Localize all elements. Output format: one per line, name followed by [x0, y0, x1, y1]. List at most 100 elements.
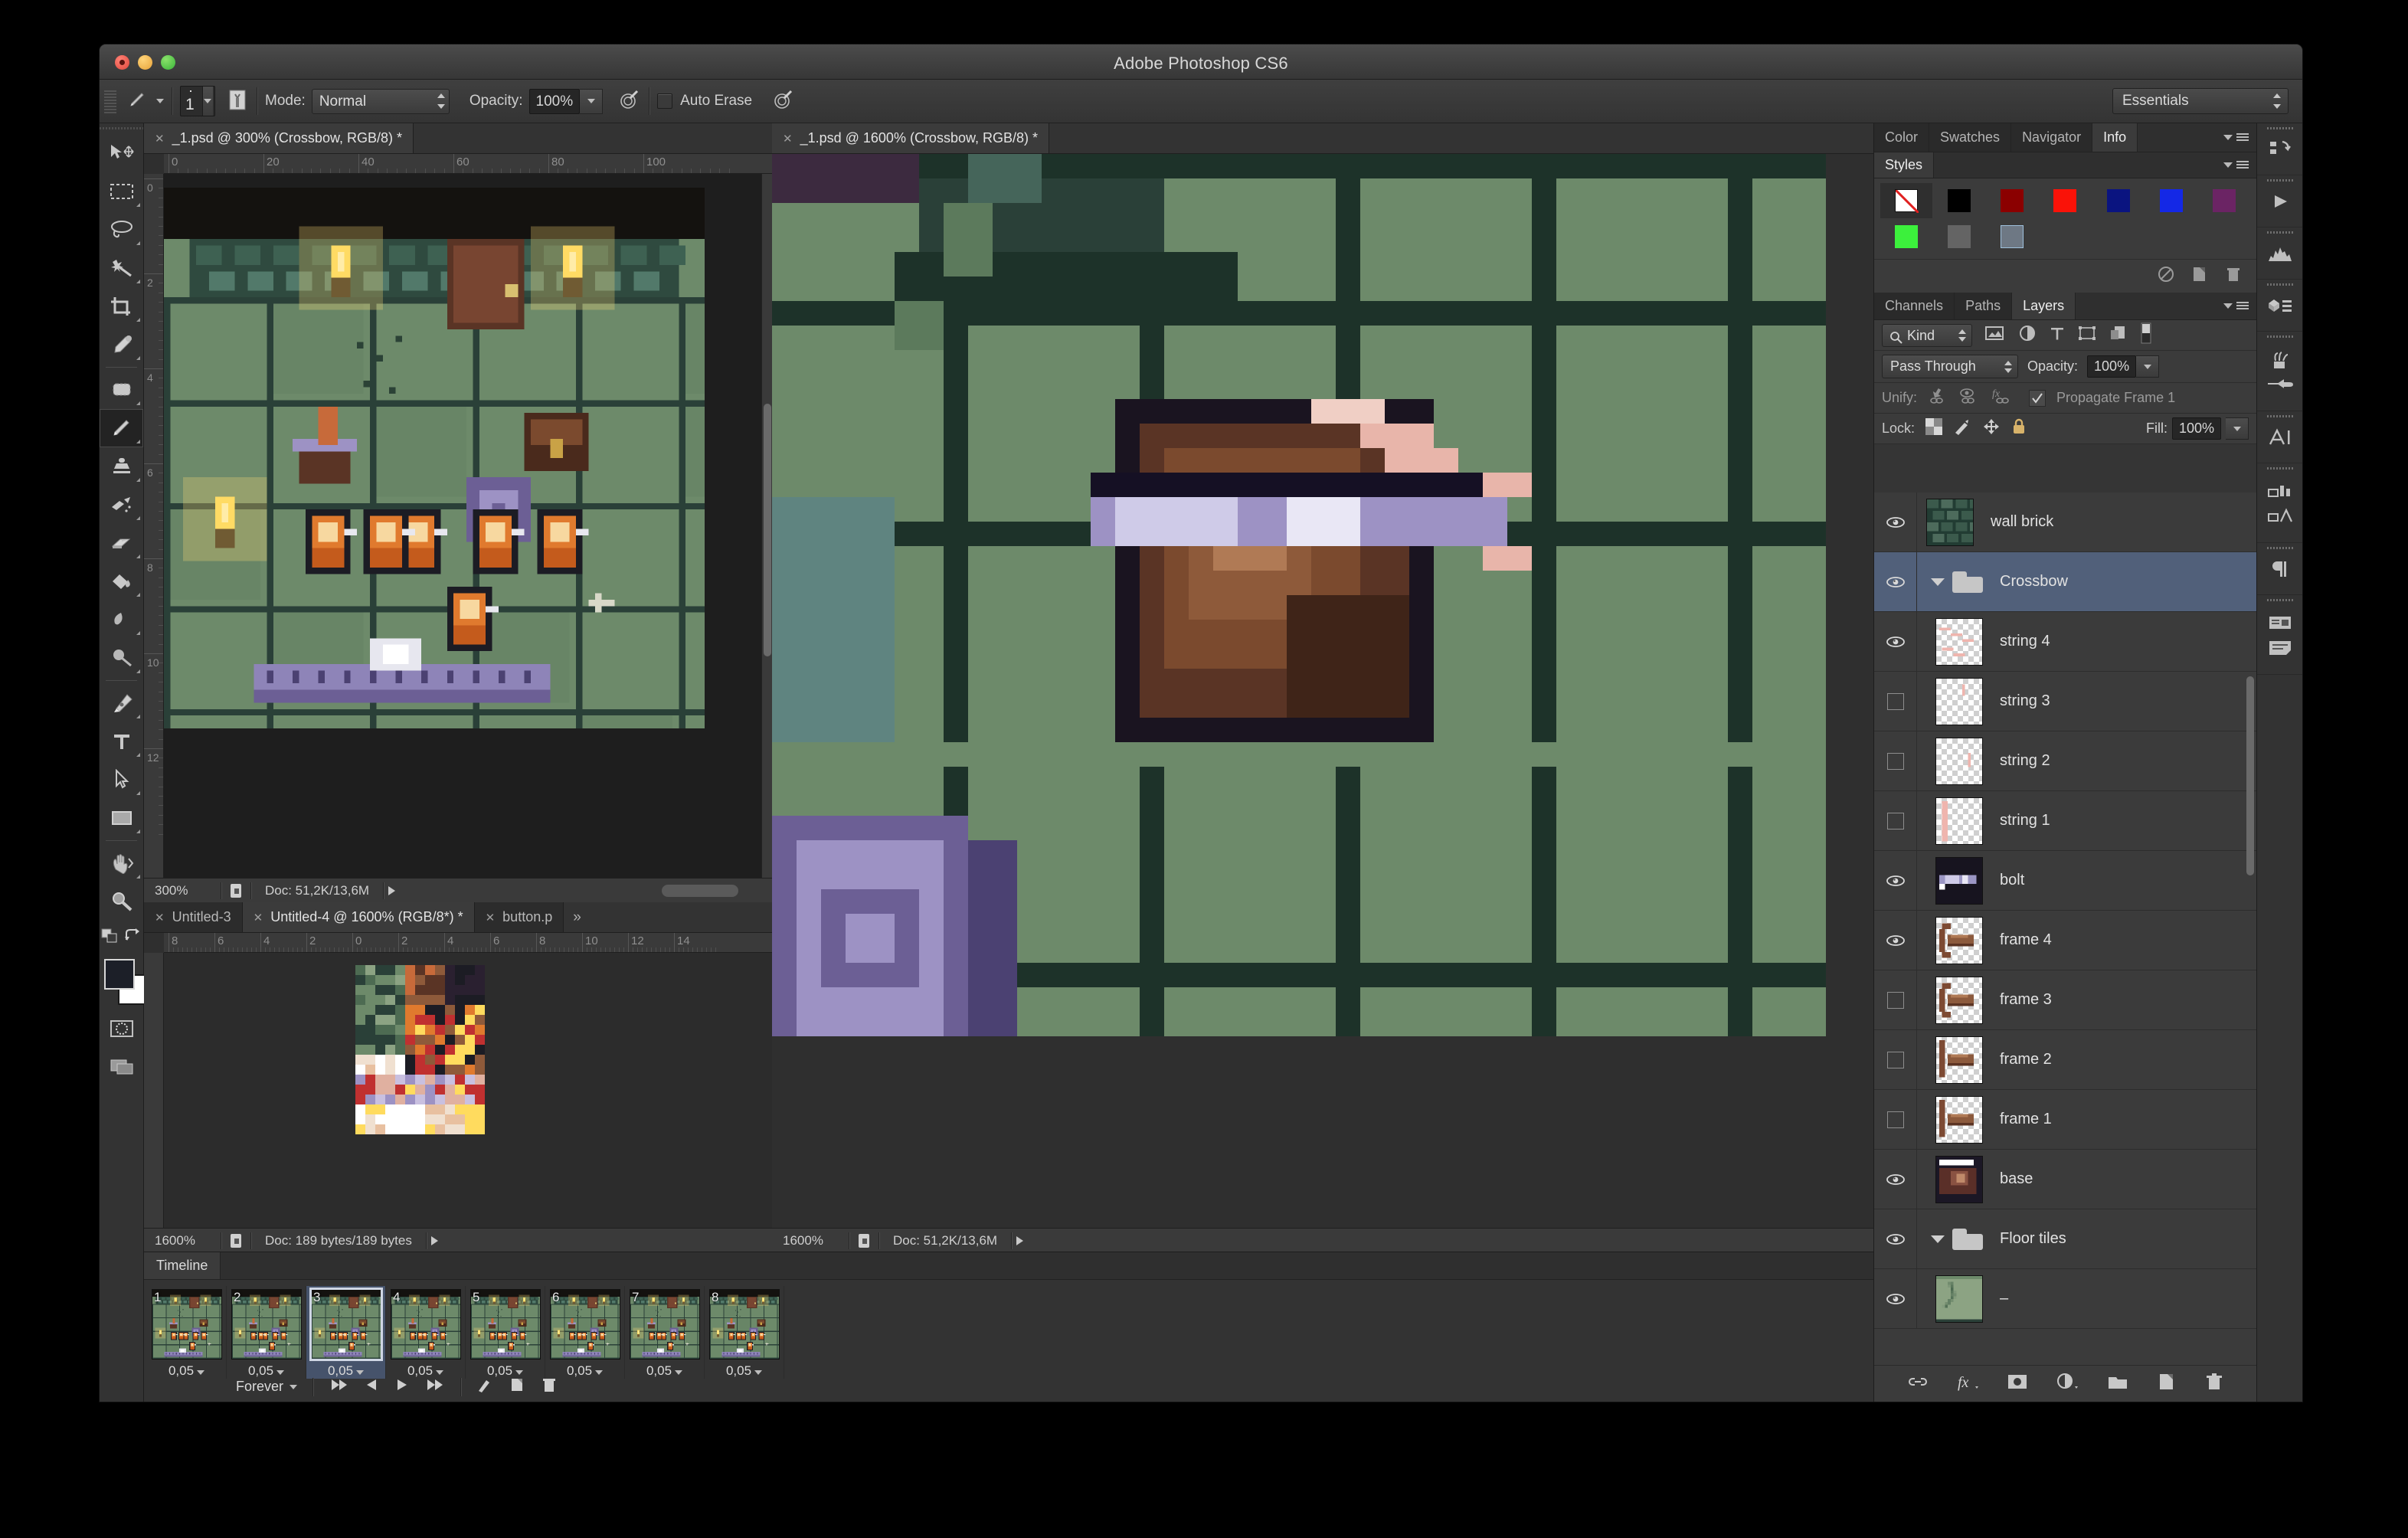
magic-wand-tool[interactable] [100, 249, 143, 287]
layer-row[interactable]: string 4 [1874, 612, 2256, 672]
layer-visibility-toggle[interactable] [1874, 911, 1917, 970]
zoom-level-3[interactable]: 1600% [772, 1233, 849, 1248]
frame-delay[interactable]: 0,05 [709, 1360, 779, 1379]
fill-input[interactable]: 100% [2171, 417, 2221, 440]
adjustment-layer-icon[interactable] [2056, 1373, 2079, 1395]
brush-chevron-icon[interactable] [204, 99, 211, 103]
layer-row[interactable]: Floor tiles [1874, 1209, 2256, 1269]
layer-name[interactable]: – [2000, 1290, 2008, 1307]
paragraph-panel-icon[interactable] [2257, 543, 2302, 595]
select-first-frame-icon[interactable] [329, 1378, 348, 1396]
layer-comps-icons[interactable] [2257, 463, 2302, 543]
styles-panel-menu[interactable] [2223, 152, 2256, 178]
style-swatch-steel[interactable] [1986, 219, 2039, 254]
layer-row[interactable]: string 2 [1874, 731, 2256, 791]
document-tab-1psd-1600[interactable]: ✕ _1.psd @ 1600% (Crossbow, RGB/8) * [772, 123, 1049, 153]
path-selection-tool[interactable] [100, 761, 143, 799]
properties-panel-icon[interactable] [2257, 280, 2302, 332]
group-expand-chevron-icon[interactable] [1931, 1235, 1945, 1243]
frame-delay-chevron-icon[interactable] [515, 1370, 524, 1375]
layer-visibility-toggle[interactable] [1874, 1269, 1917, 1328]
fill-dropdown[interactable] [2226, 417, 2249, 440]
layer-row[interactable]: string 3 [1874, 672, 2256, 731]
layer-visibility-toggle[interactable] [1874, 1150, 1917, 1209]
tab-swatches[interactable]: Swatches [1929, 123, 2012, 152]
tab-color[interactable]: Color [1874, 123, 1930, 152]
layer-name[interactable]: Floor tiles [2000, 1230, 2066, 1248]
layer-visibility-toggle[interactable] [1874, 492, 1917, 551]
layer-row[interactable]: frame 1 [1874, 1090, 2256, 1150]
duplicate-frame-icon[interactable] [509, 1376, 525, 1397]
document-tab-1psd-300[interactable]: ✕ _1.psd @ 300% (Crossbow, RGB/8) * [144, 123, 414, 153]
timeline-frame[interactable]: 8 0,05 [705, 1286, 784, 1379]
pixel-filter-icon[interactable] [1984, 325, 2006, 345]
quick-mask-toggle[interactable] [100, 1010, 143, 1048]
notes-panel-icons[interactable] [2257, 595, 2302, 675]
smart-object-filter-icon[interactable] [2109, 324, 2127, 346]
status-menu-icon[interactable] [388, 885, 396, 895]
more-tabs-button[interactable]: » [564, 902, 591, 932]
group-expand-chevron-icon[interactable] [1931, 578, 1945, 586]
frame-delay[interactable]: 0,05 [550, 1360, 620, 1379]
style-swatch-black[interactable] [1933, 183, 1986, 218]
layers-panel-menu[interactable] [2223, 293, 2256, 319]
frame-delay-chevron-icon[interactable] [356, 1370, 365, 1375]
timeline-frame[interactable]: 2 0,05 [227, 1286, 306, 1379]
tools-panel-grip[interactable] [100, 123, 143, 134]
spot-healing-brush-tool[interactable] [100, 371, 143, 409]
swap-colors-icon[interactable] [123, 928, 142, 948]
history-panel-icon[interactable] [2257, 123, 2302, 175]
delete-layer-icon[interactable] [2204, 1373, 2224, 1395]
type-tool[interactable] [100, 722, 143, 761]
layer-name[interactable]: frame 2 [2000, 1051, 2052, 1068]
lock-position-icon[interactable] [1982, 417, 2001, 440]
tab-styles[interactable]: Styles [1874, 152, 1935, 178]
crop-tool[interactable] [100, 287, 143, 326]
eraser-tool[interactable] [100, 524, 143, 562]
layer-row[interactable]: base [1874, 1150, 2256, 1209]
screen-mode-toggle[interactable] [100, 1048, 143, 1086]
style-swatch-gray[interactable] [1933, 219, 1986, 254]
unify-style-icon[interactable]: fx [1991, 387, 2014, 409]
unify-visibility-icon[interactable] [1958, 387, 1980, 409]
layer-filter-kind-select[interactable]: Kind [1882, 323, 1972, 347]
tab-timeline[interactable]: Timeline [144, 1252, 221, 1279]
status-menu-icon[interactable] [430, 1235, 438, 1245]
layer-name[interactable]: base [2000, 1170, 2033, 1188]
layer-visibility-toggle[interactable] [1874, 612, 1917, 671]
timeline-frame[interactable]: 1 0,05 [147, 1286, 227, 1379]
layers-opacity-input[interactable]: 100% [2087, 355, 2137, 378]
pen-tool[interactable] [100, 684, 143, 722]
close-icon[interactable]: ✕ [155, 132, 165, 146]
adjustment-filter-icon[interactable] [2018, 324, 2037, 346]
tab-channels[interactable]: Channels [1874, 293, 1955, 319]
lock-transparent-icon[interactable] [1925, 418, 1943, 439]
document-tab-untitled-4[interactable]: ✕ Untitled-4 @ 1600% (RGB/8*) * [242, 902, 475, 932]
actions-panel-icon[interactable] [2257, 175, 2302, 227]
layer-name[interactable]: string 1 [2000, 812, 2050, 830]
frame-delay-chevron-icon[interactable] [595, 1370, 604, 1375]
frame-delay-chevron-icon[interactable] [436, 1370, 444, 1375]
style-swatch-none[interactable] [1880, 183, 1933, 218]
tween-icon[interactable] [476, 1376, 493, 1397]
foreground-color-swatch[interactable] [104, 959, 135, 990]
tablet-pressure-icon[interactable] [770, 87, 795, 116]
layer-row[interactable]: frame 2 [1874, 1030, 2256, 1090]
layer-name[interactable]: frame 1 [2000, 1111, 2052, 1128]
layers-list[interactable]: wall brick Crossbow string 4 string 3 string… [1874, 492, 2256, 1402]
layer-blend-mode-select[interactable]: Pass Through [1882, 355, 2018, 378]
paint-bucket-tool[interactable] [100, 562, 143, 600]
history-brush-tool[interactable] [100, 486, 143, 524]
layer-visibility-toggle[interactable] [1874, 731, 1917, 790]
layer-visibility-toggle[interactable] [1874, 851, 1917, 910]
zoom-level-2[interactable]: 1600% [144, 1233, 221, 1248]
delete-frame-icon[interactable] [541, 1376, 558, 1397]
auto-erase-checkbox[interactable] [657, 93, 673, 109]
lasso-tool[interactable] [100, 211, 143, 249]
layer-style-icon[interactable]: fx [1956, 1373, 1979, 1395]
layer-name[interactable]: string 4 [2000, 633, 2050, 650]
status-menu-icon[interactable] [1016, 1235, 1024, 1245]
airbrush-icon[interactable] [617, 87, 641, 116]
options-bar-grip[interactable] [104, 87, 116, 115]
timeline-frame[interactable]: 4 0,05 [386, 1286, 466, 1379]
